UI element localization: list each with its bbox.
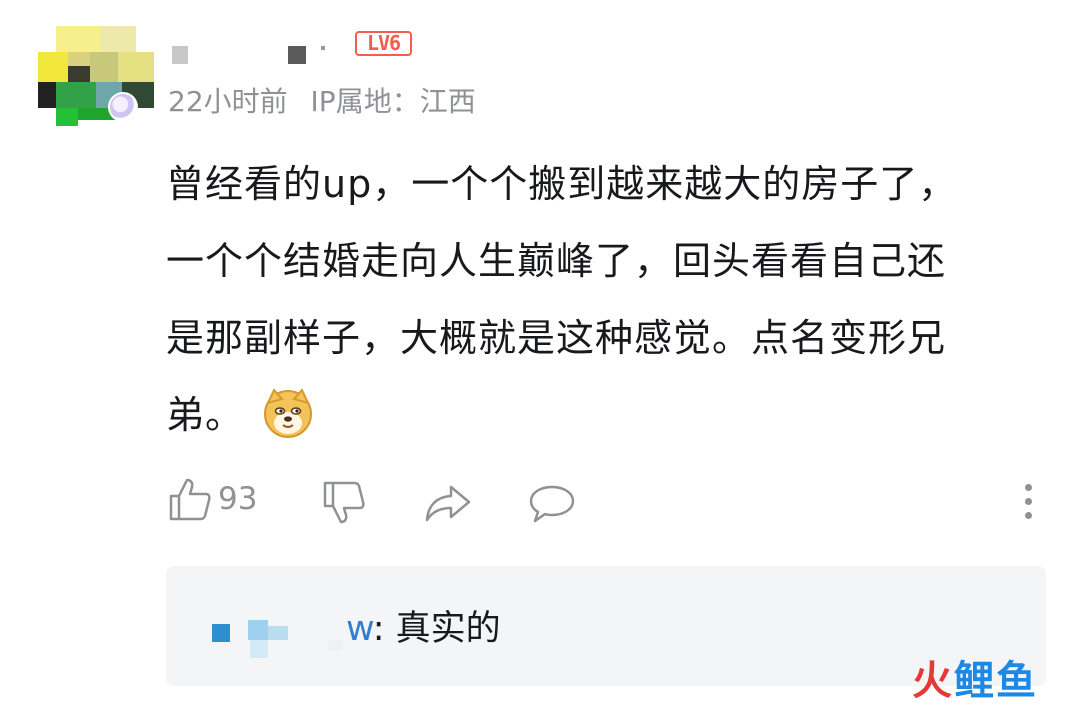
comment-bubble-icon bbox=[529, 485, 575, 523]
avatar-pixel bbox=[56, 26, 100, 52]
reply-avatar-blurred bbox=[268, 626, 288, 640]
username-blurred[interactable] bbox=[288, 46, 306, 64]
doge-emoji-icon bbox=[264, 387, 313, 438]
avatar-pixel bbox=[38, 52, 68, 82]
share-icon bbox=[425, 485, 471, 522]
avatar-pixel bbox=[56, 108, 78, 126]
avatar-pixel bbox=[118, 52, 154, 82]
thumbs-up-icon bbox=[169, 478, 211, 521]
comment-line: 曾经看的up，一个个搬到越来越大的房子了， bbox=[166, 162, 958, 206]
dislike-button[interactable] bbox=[322, 480, 366, 526]
username-blurred bbox=[321, 46, 325, 50]
reply-avatar-blurred bbox=[248, 620, 268, 640]
comment-line: 是那副样子，大概就是这种感觉。点名变形兄 bbox=[166, 316, 947, 360]
share-button[interactable] bbox=[424, 484, 472, 522]
reply-avatar-blurred bbox=[212, 624, 230, 642]
comment-line-text: 弟。 bbox=[166, 393, 245, 437]
watermark-carp: 鲤鱼 bbox=[954, 658, 1038, 704]
username-blurred[interactable] bbox=[172, 46, 188, 64]
comment-text: 曾经看的up，一个个搬到越来越大的房子了， 一个个结婚走向人生巅峰了，回头看看自… bbox=[166, 146, 1046, 454]
watermark-logo: 火鲤鱼 bbox=[912, 648, 1038, 706]
thumbs-down-icon bbox=[323, 481, 365, 524]
avatar-pixel bbox=[90, 52, 118, 82]
level-badge: LV6 bbox=[355, 31, 412, 56]
reply-avatar-blurred bbox=[328, 640, 342, 650]
comment-time: 22小时前 bbox=[168, 85, 288, 118]
watermark-fire: 火 bbox=[912, 658, 954, 704]
action-bar: 93 bbox=[0, 470, 1080, 534]
avatar-badge-icon bbox=[108, 92, 138, 122]
avatar-pixel bbox=[68, 66, 90, 82]
avatar-pixel bbox=[100, 26, 136, 52]
more-vertical-icon[interactable] bbox=[1018, 484, 1038, 524]
ip-location: IP属地：江西 bbox=[310, 85, 476, 118]
reply-text: : 真实的 bbox=[372, 609, 501, 649]
comment-meta: 22小时前 IP属地：江西 bbox=[168, 80, 490, 120]
reply-avatar-blurred bbox=[250, 640, 268, 658]
like-count: 93 bbox=[218, 481, 258, 517]
avatar-pixel bbox=[38, 82, 56, 108]
avatar-pixel bbox=[56, 82, 96, 108]
like-button[interactable]: 93 bbox=[168, 476, 257, 522]
comment-line: 一个个结婚走向人生巅峰了，回头看看自己还 bbox=[166, 239, 947, 283]
comment-line: 弟。 bbox=[166, 377, 1046, 454]
reply-username[interactable]: w bbox=[346, 609, 373, 649]
reply-content: w: 真实的 bbox=[346, 600, 501, 651]
reply-button[interactable] bbox=[528, 484, 576, 524]
